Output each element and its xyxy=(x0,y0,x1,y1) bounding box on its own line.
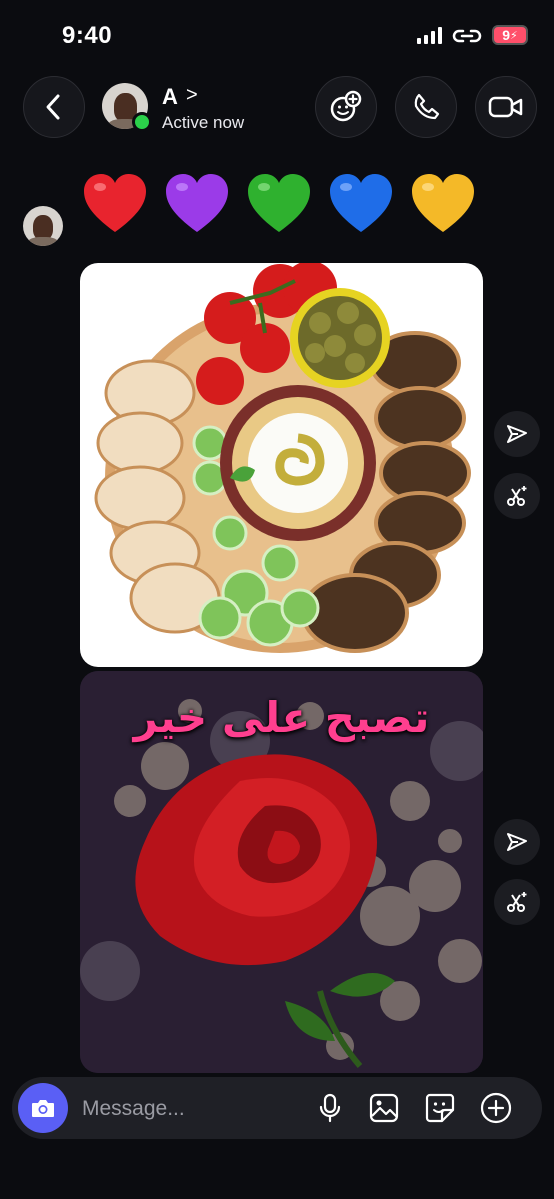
status-bar: 9:40 9 ⚡ xyxy=(0,0,554,70)
image-message-rose[interactable]: تصبح على خير xyxy=(80,671,483,1073)
image-icon xyxy=(369,1093,399,1123)
microphone-icon xyxy=(319,1093,341,1123)
microphone-button[interactable] xyxy=(314,1092,346,1124)
camera-button[interactable] xyxy=(18,1083,68,1133)
sparkle-scissors-icon xyxy=(507,892,527,912)
plus-circle-icon xyxy=(480,1092,512,1124)
link-icon xyxy=(452,29,482,43)
signal-icon xyxy=(417,26,442,44)
forward-button-2[interactable] xyxy=(494,819,540,865)
contact-name[interactable]: A xyxy=(162,84,178,110)
video-camera-icon xyxy=(488,96,523,118)
purple-heart-icon xyxy=(166,174,228,232)
yellow-heart-icon xyxy=(412,174,474,232)
online-indicator xyxy=(132,112,152,132)
ai-remix-button-1[interactable] xyxy=(494,473,540,519)
forward-button-1[interactable] xyxy=(494,411,540,457)
battery-icon: 9 ⚡ xyxy=(492,25,528,45)
image-message-food-platter[interactable] xyxy=(80,263,483,667)
contact-status: Active now xyxy=(162,113,245,132)
sticker-icon xyxy=(425,1093,455,1123)
gallery-button[interactable] xyxy=(368,1092,400,1124)
message-input[interactable] xyxy=(80,1095,284,1123)
sticker-button[interactable] xyxy=(424,1092,456,1124)
camera-icon xyxy=(32,1100,54,1117)
ai-remix-button-2[interactable] xyxy=(494,879,540,925)
green-heart-icon xyxy=(248,174,310,232)
phone-icon xyxy=(414,93,440,120)
contact-chevron-icon[interactable]: > xyxy=(186,84,198,107)
food-platter-image xyxy=(94,263,471,653)
sticker-plus-icon xyxy=(330,90,362,122)
voice-call-button[interactable] xyxy=(395,76,457,138)
chat-header: A > Active now xyxy=(0,70,554,150)
back-button[interactable] xyxy=(23,76,85,138)
battery-level: 9 xyxy=(502,27,511,43)
message-composer xyxy=(12,1077,542,1139)
send-icon xyxy=(507,833,527,851)
more-options-button[interactable] xyxy=(480,1092,512,1124)
image-caption-arabic: تصبح على خير xyxy=(133,693,430,742)
status-icons: 9 ⚡ xyxy=(417,24,528,46)
send-icon xyxy=(507,425,527,443)
sender-avatar[interactable] xyxy=(23,206,63,246)
sparkle-scissors-icon xyxy=(507,486,527,506)
emoji-message[interactable] xyxy=(80,170,478,240)
status-time: 9:40 xyxy=(62,22,113,49)
chevron-left-icon xyxy=(46,94,60,120)
blue-heart-icon xyxy=(330,174,392,232)
red-heart-icon xyxy=(84,174,146,232)
video-call-button[interactable] xyxy=(475,76,537,138)
effects-button[interactable] xyxy=(315,76,377,138)
